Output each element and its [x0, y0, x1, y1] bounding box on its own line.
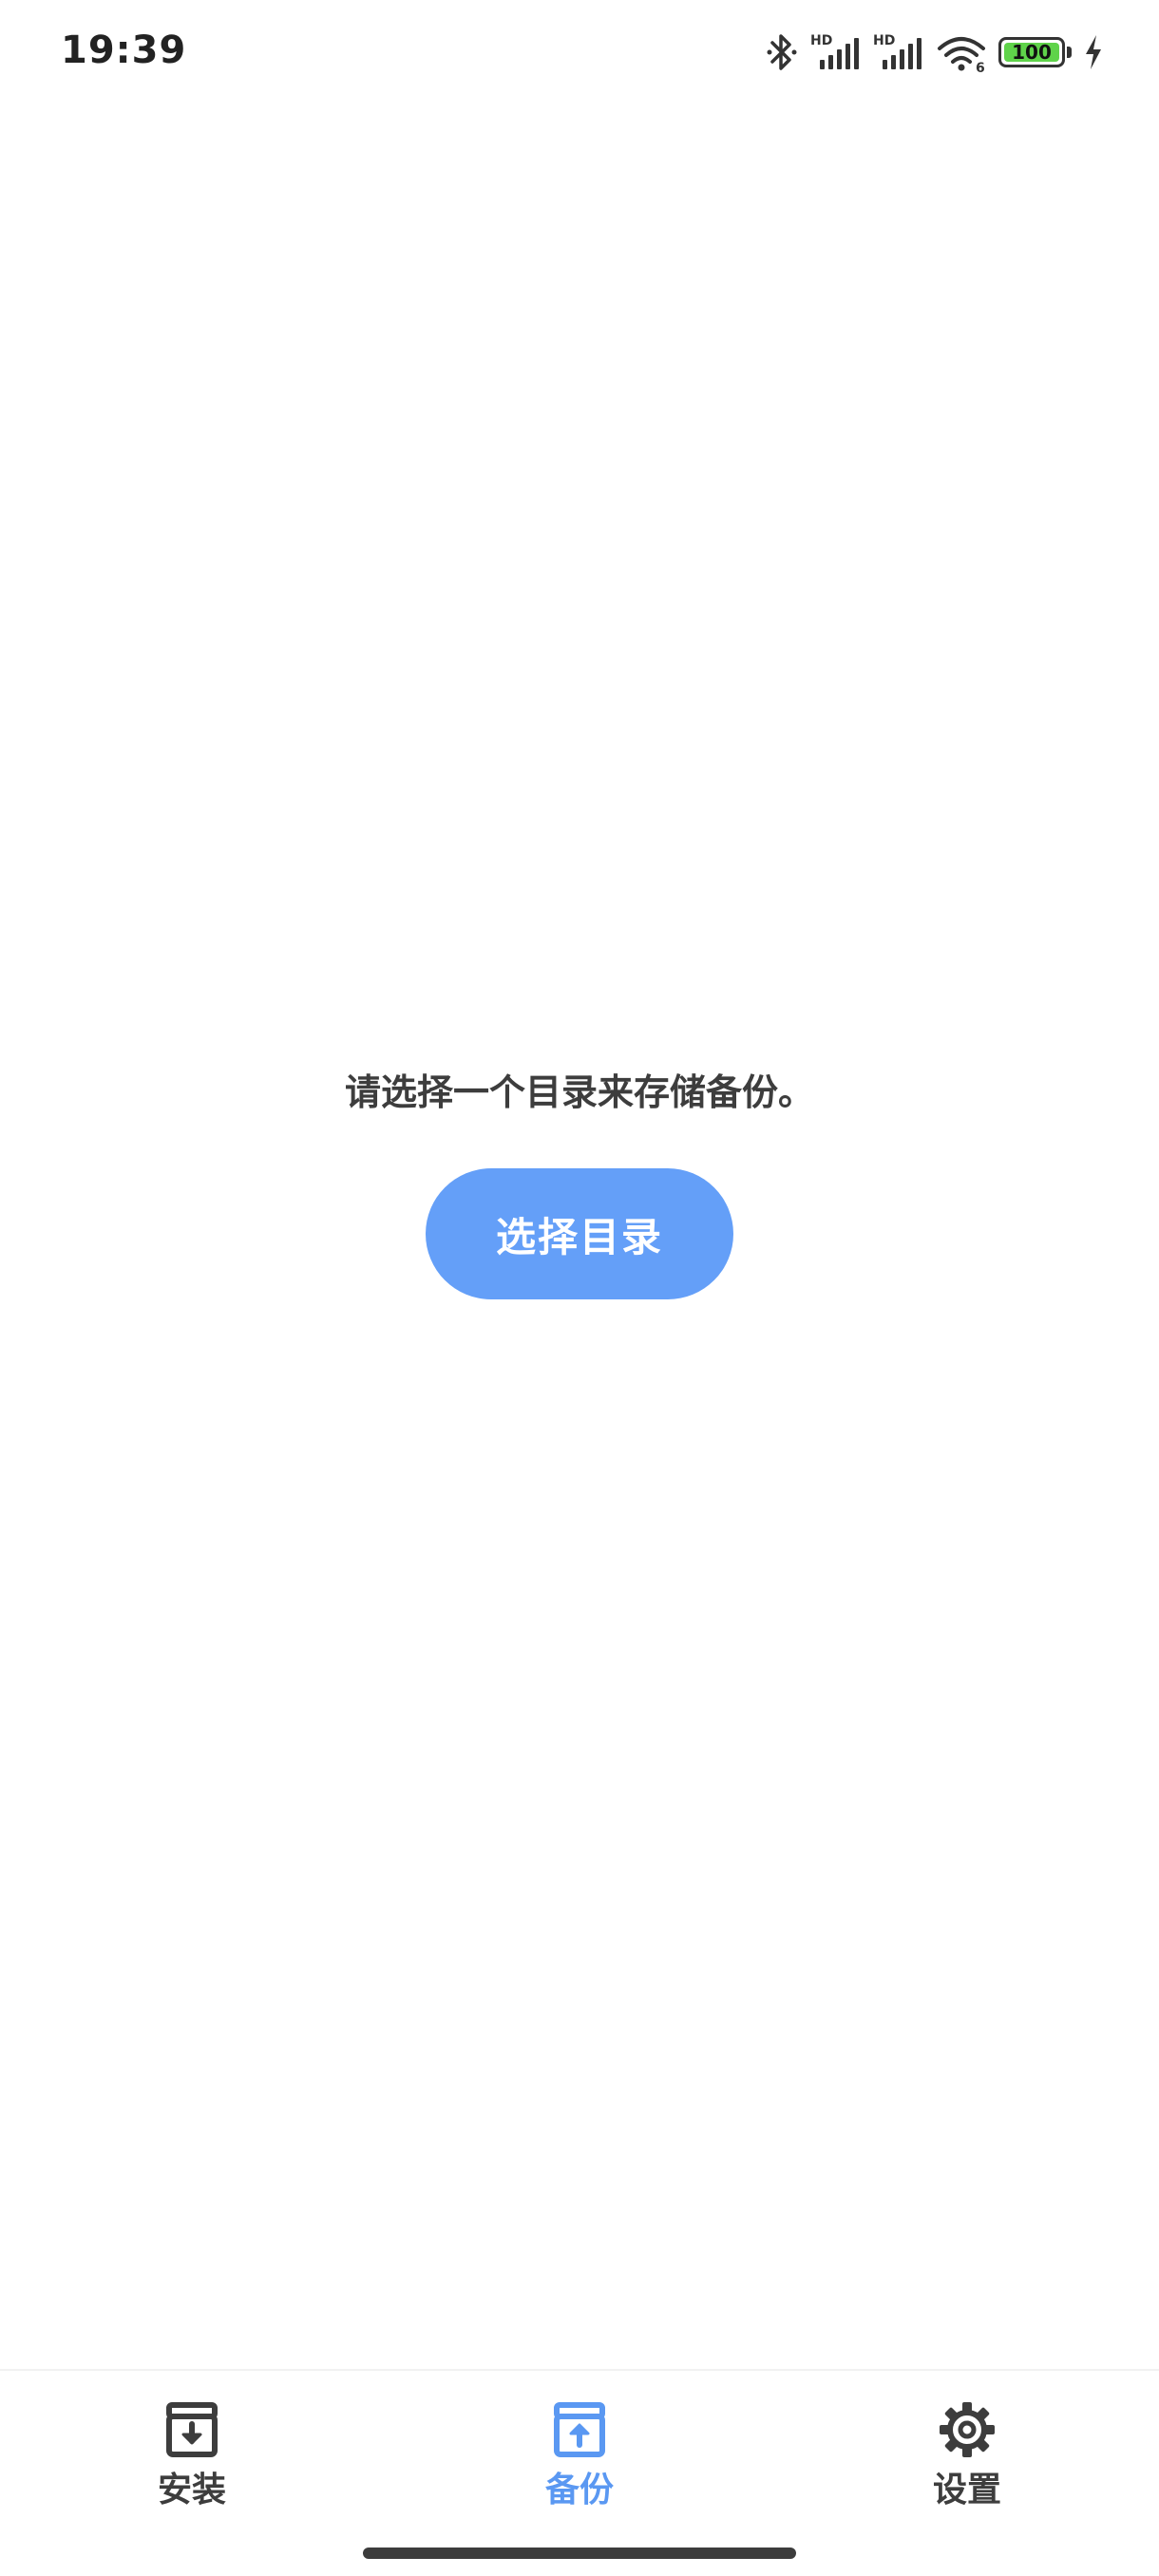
signal-hd-tag: HD	[873, 33, 895, 48]
nav-item-install[interactable]: 安装	[78, 2371, 306, 2532]
bluetooth-icon	[765, 31, 799, 73]
status-icons: HD HD 6 100	[765, 28, 1104, 76]
empty-state-message: 请选择一个目录来存储备份。	[344, 1071, 814, 1113]
bottom-nav: 安装 备份 设置	[0, 2369, 1159, 2576]
home-indicator[interactable]	[363, 2548, 796, 2559]
nav-item-settings[interactable]: 设置	[853, 2371, 1081, 2532]
nav-label-backup: 备份	[544, 2471, 614, 2510]
wifi-6-icon: 6	[936, 31, 987, 73]
battery-cap	[1067, 47, 1072, 58]
signal-hd-icon: HD	[873, 31, 924, 73]
signal-hd-tag: HD	[810, 33, 832, 48]
gear-icon	[940, 2402, 995, 2457]
archive-upload-icon	[554, 2402, 605, 2457]
nav-item-backup[interactable]: 备份	[466, 2371, 694, 2532]
battery-icon: 100	[998, 37, 1065, 67]
nav-label-install: 安装	[157, 2471, 226, 2510]
battery-level: 100	[1012, 41, 1052, 64]
status-bar: 19:39 HD HD 6 100	[0, 0, 1159, 104]
nav-label-settings: 设置	[932, 2471, 1001, 2510]
status-time: 19:39	[61, 28, 187, 72]
signal-hd-icon: HD	[810, 31, 862, 73]
empty-state: 请选择一个目录来存储备份。 选择目录	[0, 1064, 1159, 1299]
choose-directory-button[interactable]: 选择目录	[426, 1168, 733, 1299]
archive-download-icon	[166, 2402, 218, 2457]
charging-bolt-icon	[1083, 33, 1104, 71]
wifi-6-tag: 6	[976, 61, 985, 73]
